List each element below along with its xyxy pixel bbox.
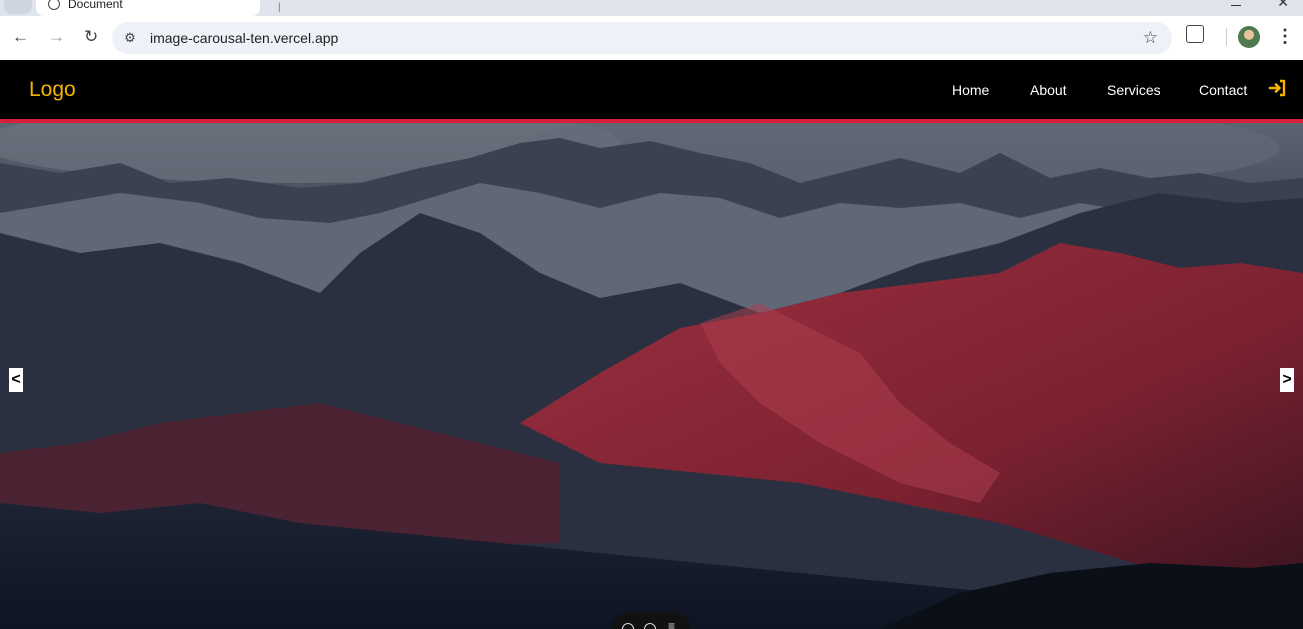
bookmark-star-icon[interactable]: ☆ xyxy=(1143,28,1158,48)
browser-tab[interactable]: Document xyxy=(36,0,260,16)
address-bar[interactable]: ⚙ image-carousal-ten.vercel.app ☆ xyxy=(112,22,1172,54)
site-info-icon[interactable]: ⚙ xyxy=(122,30,138,46)
forward-arrow-icon[interactable]: → xyxy=(48,26,65,48)
search-icon[interactable] xyxy=(622,623,634,629)
toolbar-divider xyxy=(1226,28,1227,46)
inspect-icon[interactable] xyxy=(644,623,656,629)
login-icon[interactable] xyxy=(1268,78,1288,98)
browser-toolbar: ← → ↻ ⚙ image-carousal-ten.vercel.app ☆ … xyxy=(0,16,1303,60)
url-text[interactable]: image-carousal-ten.vercel.app xyxy=(150,30,338,46)
site-navbar: Logo Home About Services Contact xyxy=(0,60,1303,119)
globe-icon xyxy=(48,0,60,10)
browser-menu-icon[interactable]: ⋮ xyxy=(1276,26,1294,46)
site-logo[interactable]: Logo xyxy=(29,78,76,102)
extensions-icon[interactable] xyxy=(1186,25,1204,43)
nav-link-about[interactable]: About xyxy=(1030,82,1067,98)
minimize-icon[interactable] xyxy=(1231,0,1241,6)
tab-search-button[interactable] xyxy=(4,0,32,14)
image-carousel: < > ≡ xyxy=(0,123,1303,629)
carousel-slide-image xyxy=(0,123,1303,629)
nav-link-contact[interactable]: Contact xyxy=(1199,82,1247,98)
nav-link-home[interactable]: Home xyxy=(952,82,989,98)
reload-icon[interactable]: ↻ xyxy=(84,26,98,48)
floating-toolbar[interactable]: ≡ xyxy=(612,613,690,629)
profile-avatar[interactable] xyxy=(1238,26,1260,48)
back-arrow-icon[interactable]: ← xyxy=(12,26,29,48)
close-window-icon[interactable]: ✕ xyxy=(1277,0,1289,11)
tab-separator: | xyxy=(278,2,281,13)
settings-icon[interactable]: ≡ xyxy=(668,619,675,629)
carousel-prev-button[interactable]: < xyxy=(9,368,23,392)
tab-title: Document xyxy=(68,0,123,11)
carousel-next-button[interactable]: > xyxy=(1280,368,1294,392)
browser-tabstrip: Document | ✕ xyxy=(0,0,1303,16)
nav-link-services[interactable]: Services xyxy=(1107,82,1161,98)
